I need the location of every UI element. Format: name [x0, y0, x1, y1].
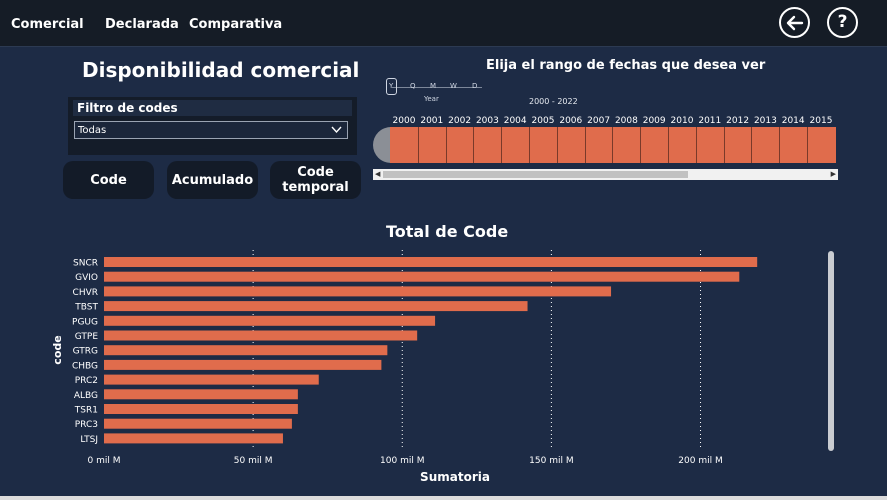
bar-gtpe[interactable]	[104, 330, 418, 341]
y-tick-label: TSR1	[74, 406, 98, 416]
timeline-cell-divider	[473, 127, 475, 163]
timeline-year-2003[interactable]: 2003	[473, 116, 501, 126]
y-tick-label: SNCR	[73, 259, 98, 269]
bar-chbg[interactable]	[104, 359, 382, 370]
timeline-scrollbar[interactable]: ◀ ▶	[373, 169, 838, 180]
page-title: Disponibilidad comercial	[82, 58, 360, 82]
timeline-year-2010[interactable]: 2010	[668, 116, 696, 126]
top-navigation-bar: Comercial Declarada Comparativa ?	[0, 0, 887, 47]
granularity-track	[392, 87, 482, 88]
filter-selected-value: Todas	[78, 125, 107, 136]
timeline-year-2009[interactable]: 2009	[640, 116, 668, 126]
y-tick-label: PRC3	[75, 420, 98, 430]
timeline-cell-divider	[529, 127, 530, 163]
code-temporal-button[interactable]: Code temporal	[270, 161, 361, 199]
scroll-left-icon[interactable]: ◀	[375, 169, 380, 180]
bar-chvr[interactable]	[104, 286, 612, 297]
timeline-cell-divider	[723, 127, 725, 163]
y-tick-label: GTRG	[73, 347, 98, 357]
granularity-week[interactable]: W	[450, 82, 457, 90]
timeline-cell-divider	[445, 127, 447, 163]
timeline-cell-divider	[501, 127, 503, 163]
bar-gtrg[interactable]	[104, 345, 388, 356]
granularity-year[interactable]: Y	[389, 82, 393, 90]
timeline-year-2001[interactable]: 2001	[418, 116, 446, 126]
x-tick-label: 0 mil M	[88, 456, 121, 466]
bar-gvio[interactable]	[104, 271, 740, 282]
code-filter-panel: Filtro de codes Todas	[68, 97, 357, 155]
y-tick-label: PRC2	[75, 376, 98, 386]
date-range-label: 2000 - 2022	[529, 97, 578, 106]
x-tick-label: 200 mil M	[678, 456, 722, 466]
y-tick-label: ALBG	[74, 391, 98, 401]
timeline-cell-divider	[584, 127, 586, 163]
granularity-day[interactable]: D	[472, 82, 477, 90]
timeline-title: Elija el rango de fechas que desea ver	[486, 58, 766, 73]
timeline-year-2011[interactable]: 2011	[696, 116, 724, 126]
timeline-year-2007[interactable]: 2007	[585, 116, 613, 126]
bar-pgug[interactable]	[104, 315, 436, 326]
y-tick-label: GVIO	[75, 273, 98, 283]
y-tick-label: CHBG	[72, 361, 98, 371]
code-filter-dropdown[interactable]: Todas	[74, 121, 348, 139]
timeline-cell-divider	[417, 127, 419, 163]
bar-tbst[interactable]	[104, 301, 528, 312]
bar-tsr1[interactable]	[104, 404, 298, 414]
y-tick-label: PGUG	[72, 317, 98, 327]
chart-title: Total de Code	[386, 222, 509, 241]
y-axis-label: code	[51, 335, 64, 364]
timeline-cell-divider	[807, 127, 808, 163]
timeline-cell-divider	[556, 127, 558, 163]
timeline-cell-divider	[640, 127, 642, 163]
granularity-quarter[interactable]: Q	[410, 82, 416, 90]
timeline-cell-divider	[695, 127, 697, 163]
x-tick-label: 50 mil M	[234, 456, 273, 466]
timeline-year-2014[interactable]: 2014	[779, 116, 807, 126]
timeline-cell-divider	[612, 127, 614, 163]
bar-albg[interactable]	[104, 389, 298, 400]
nav-comercial[interactable]: Comercial	[11, 17, 84, 32]
timeline-year-2005[interactable]: 2005	[529, 116, 557, 126]
timeline-year-2008[interactable]: 2008	[612, 116, 640, 126]
timeline-range-bar[interactable]	[390, 127, 836, 163]
bottom-border	[0, 496, 887, 500]
timeline-year-2006[interactable]: 2006	[557, 116, 585, 126]
back-button[interactable]	[779, 7, 810, 38]
filter-header: Filtro de codes	[73, 100, 352, 116]
help-button[interactable]: ?	[827, 7, 858, 38]
timeline-year-2012[interactable]: 2012	[724, 116, 752, 126]
chart-vertical-scrollbar[interactable]	[828, 251, 834, 451]
timeline-year-2000[interactable]: 2000	[390, 116, 418, 126]
timeline-year-2013[interactable]: 2013	[751, 116, 779, 126]
timeline-cell-divider	[779, 127, 781, 163]
x-tick-label: 100 mil M	[380, 456, 424, 466]
timeline-year-2015[interactable]: 2015	[807, 116, 835, 126]
granularity-month[interactable]: M	[430, 82, 436, 90]
chevron-down-icon	[331, 123, 342, 141]
timeline-start-handle[interactable]	[373, 127, 391, 163]
nav-declarada[interactable]: Declarada	[105, 17, 179, 32]
question-mark-icon: ?	[837, 12, 848, 32]
timeline-year-2004[interactable]: 2004	[501, 116, 529, 126]
granularity-label: Year	[424, 95, 439, 103]
acumulado-button[interactable]: Acumulado	[167, 161, 258, 199]
bar-sncr[interactable]	[104, 257, 758, 267]
code-button[interactable]: Code	[63, 161, 154, 199]
bar-ltsj[interactable]	[104, 433, 283, 444]
scroll-right-icon[interactable]: ▶	[831, 169, 836, 180]
timeline-year-2002[interactable]: 2002	[446, 116, 474, 126]
x-tick-label: 150 mil M	[529, 456, 573, 466]
x-axis-label: Sumatoria	[420, 470, 490, 484]
y-tick-label: GTPE	[75, 332, 99, 342]
y-tick-label: TBST	[74, 303, 98, 313]
bar-prc2[interactable]	[104, 374, 319, 385]
y-tick-label: LTSJ	[80, 435, 98, 445]
timeline-cell-divider	[751, 127, 753, 163]
y-tick-label: CHVR	[73, 288, 98, 298]
bar-prc3[interactable]	[104, 418, 292, 429]
scrollbar-thumb[interactable]	[383, 171, 688, 178]
nav-comparativa[interactable]: Comparativa	[189, 17, 282, 32]
timeline-cell-divider	[668, 127, 669, 163]
arrow-left-icon	[786, 15, 803, 30]
